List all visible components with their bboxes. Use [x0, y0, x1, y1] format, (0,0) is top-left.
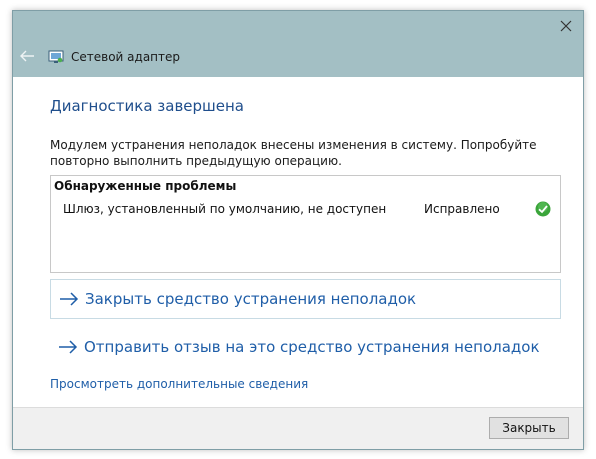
arrow-right-icon: [59, 340, 78, 354]
arrow-right-icon: [60, 292, 79, 306]
send-feedback-label: Отправить отзыв на это средство устранен…: [84, 338, 540, 356]
title-bar: Сетевой адаптер: [13, 11, 583, 77]
footer: Закрыть: [13, 407, 583, 449]
description-text: Модулем устранения неполадок внесены изм…: [50, 138, 537, 168]
problems-list: Обнаруженные проблемы Шлюз, установленны…: [50, 175, 561, 273]
network-adapter-icon: [48, 49, 64, 63]
send-feedback-link[interactable]: Отправить отзыв на это средство устранен…: [50, 333, 561, 361]
close-icon[interactable]: [549, 11, 583, 41]
more-info-link[interactable]: Просмотреть дополнительные сведения: [50, 377, 308, 391]
problem-name: Шлюз, установленный по умолчанию, не дос…: [63, 202, 387, 216]
check-icon: [535, 201, 551, 217]
window-title: Сетевой адаптер: [71, 50, 181, 64]
problems-header: Обнаруженные проблемы: [54, 179, 237, 193]
back-arrow-icon[interactable]: [19, 48, 35, 62]
troubleshooter-window: Сетевой адаптер Диагностика завершена Мо…: [12, 10, 584, 450]
close-troubleshooter-label: Закрыть средство устранения неполадок: [85, 290, 417, 308]
close-troubleshooter-link[interactable]: Закрыть средство устранения неполадок: [50, 279, 561, 319]
page-title: Диагностика завершена: [50, 97, 244, 115]
close-button[interactable]: Закрыть: [489, 417, 569, 439]
problem-status: Исправлено: [424, 202, 500, 216]
